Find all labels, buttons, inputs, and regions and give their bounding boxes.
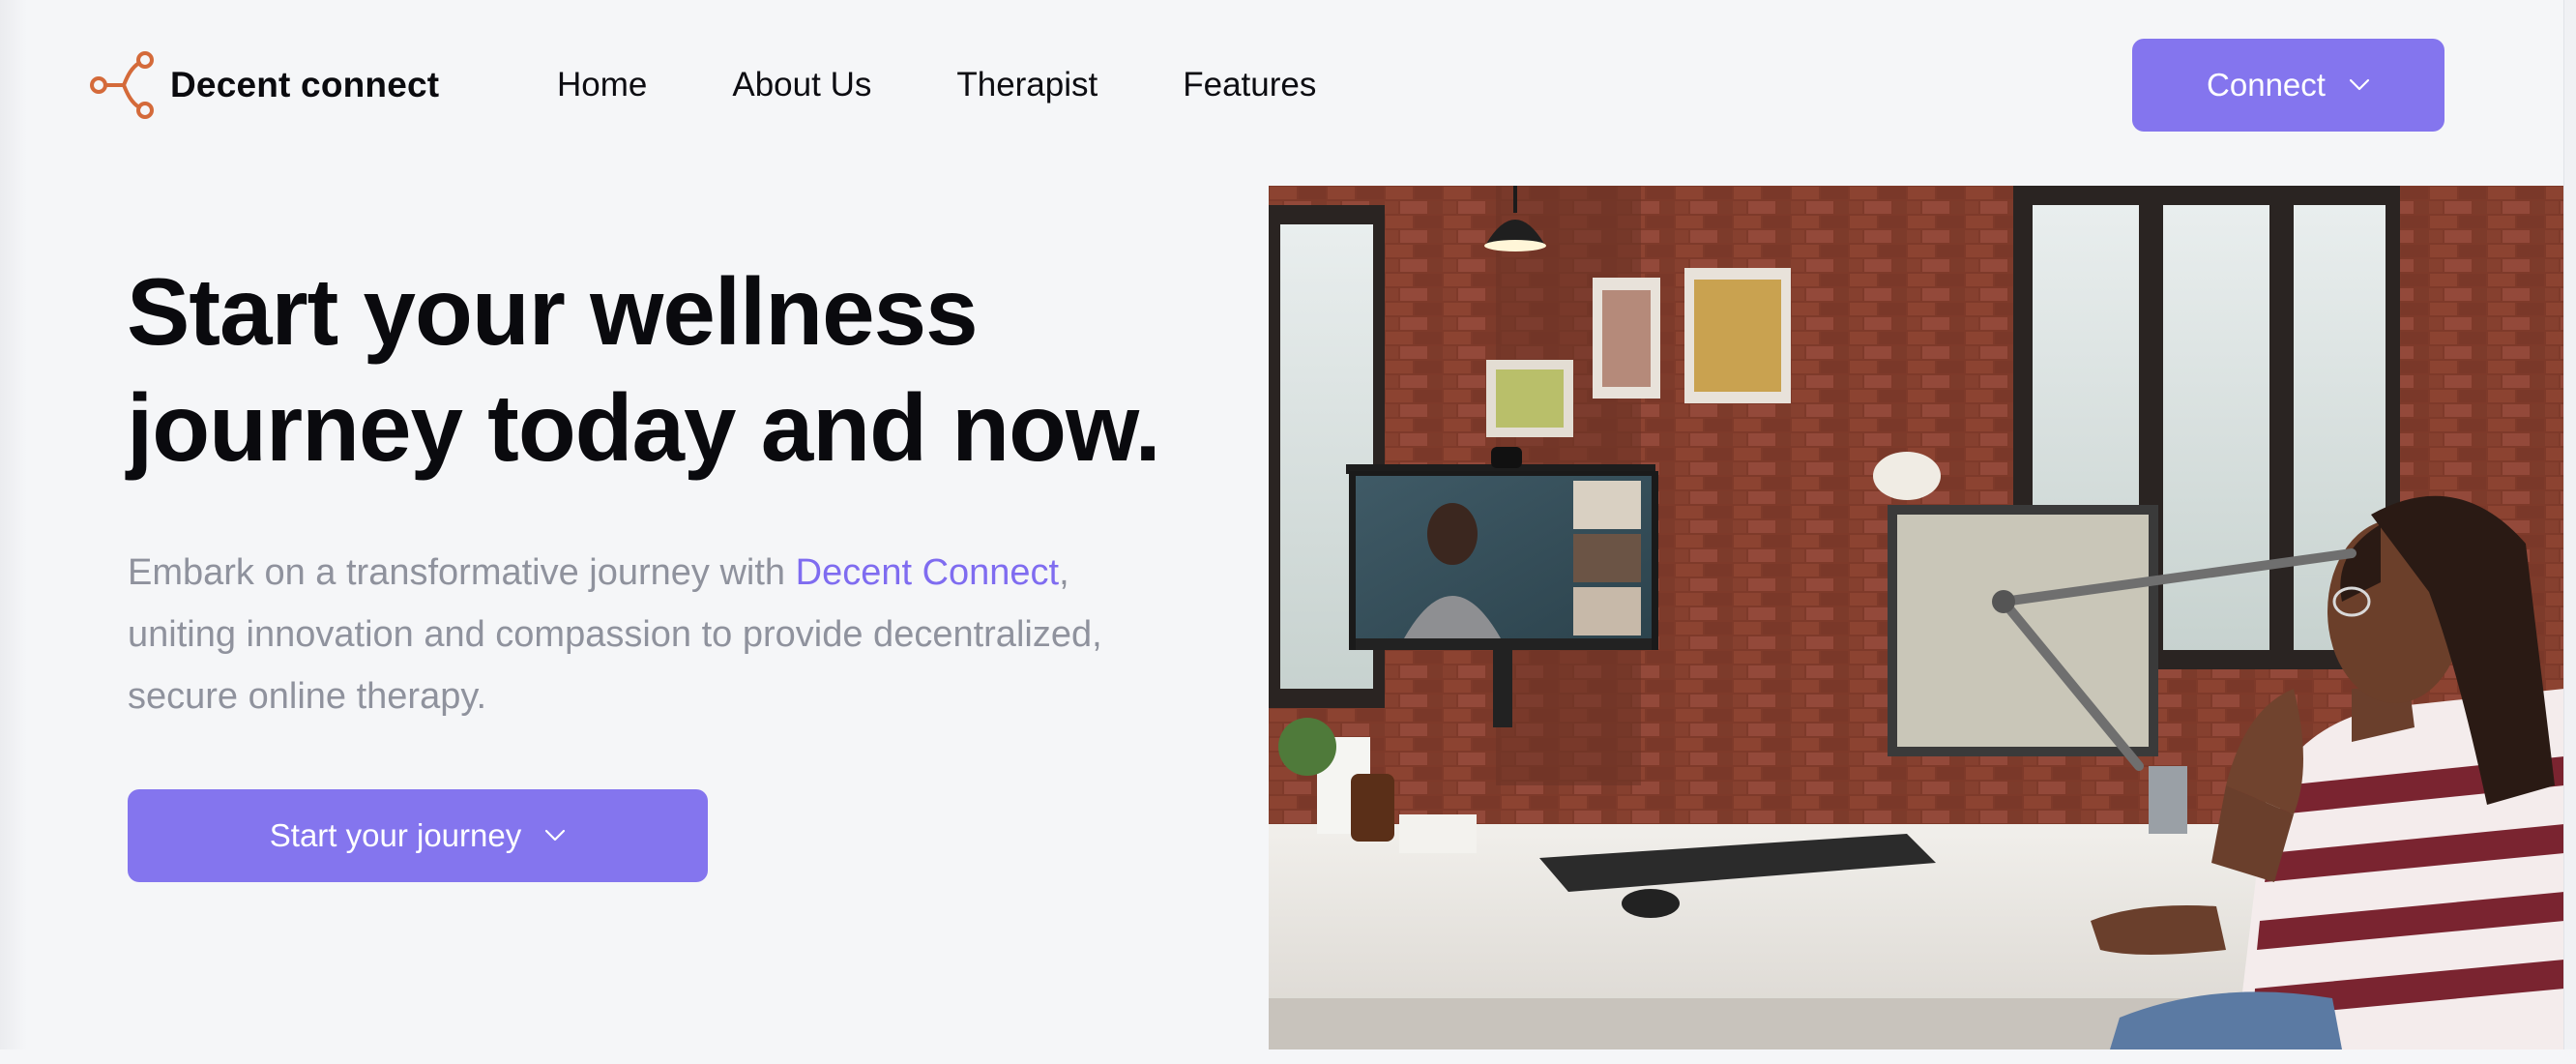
connect-button[interactable]: Connect [2132, 39, 2444, 132]
brand-logo[interactable]: Decent connect [89, 46, 439, 124]
nav-therapist[interactable]: Therapist [956, 60, 1098, 110]
woman-on-video-therapy-call-photo [1269, 186, 2564, 1049]
nav-features[interactable]: Features [1183, 60, 1316, 110]
hero-title: Start your wellness journey today and no… [127, 258, 1161, 481]
network-node-icon [90, 51, 154, 119]
hero-photo-illustration [1269, 186, 2564, 1049]
hero-description: Embark on a transformative journey with … [128, 542, 1153, 727]
start-journey-button[interactable]: Start your journey [128, 789, 708, 882]
chevron-down-icon [2349, 78, 2370, 91]
start-journey-label: Start your journey [269, 817, 522, 853]
landing-page: Decent connect Home About Us Therapist F… [0, 0, 2576, 1064]
nav-home[interactable]: Home [557, 60, 647, 110]
hero-description-intro: Embark on a transformative journey with [128, 552, 796, 593]
chevron-down-icon [545, 829, 566, 842]
main-nav: Home About Us Therapist Features [557, 60, 1316, 110]
connect-button-label: Connect [2207, 67, 2326, 103]
nav-about-us[interactable]: About Us [732, 60, 871, 110]
hero-description-brand: Decent Connect [795, 552, 1060, 593]
brand-name: Decent connect [170, 65, 440, 104]
